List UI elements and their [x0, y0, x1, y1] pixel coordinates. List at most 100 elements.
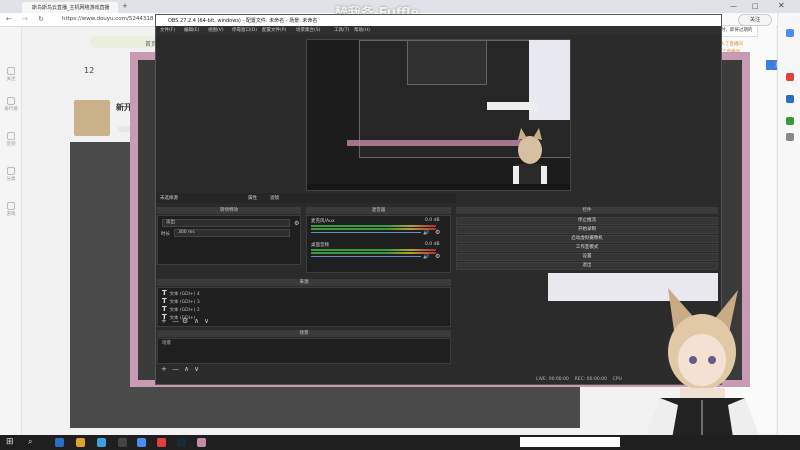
obs-icon[interactable]	[118, 438, 127, 447]
speaker-icon[interactable]: 🔊	[423, 230, 429, 236]
start-recording-button[interactable]: 开始录制	[456, 226, 718, 234]
pink-app-icon[interactable]	[197, 438, 206, 447]
office-icon[interactable]	[786, 73, 794, 81]
properties-button[interactable]: 属性	[248, 195, 257, 201]
scenes-header: 场景	[157, 330, 451, 337]
nav-item-rank[interactable]: 排行榜	[0, 97, 22, 112]
exit-button[interactable]: 退出	[456, 262, 718, 270]
nav-label: 游戏	[6, 212, 16, 217]
close-icon[interactable]: ✕	[778, 1, 785, 10]
edge-icon[interactable]	[55, 438, 64, 447]
duration-input[interactable]: 300 ms	[174, 229, 290, 237]
source-gear-icon[interactable]: ⚙	[182, 317, 188, 325]
grid-icon	[7, 167, 15, 175]
forward-icon[interactable]: →	[22, 15, 28, 23]
nav-item-follow[interactable]: 关注	[0, 67, 22, 82]
stop-streaming-button[interactable]: 停止推流	[456, 217, 718, 225]
record-icon[interactable]	[157, 438, 166, 447]
transitions-panel: 淡出 时长 300 ms ⚙	[157, 215, 301, 265]
nav-item-category[interactable]: 分类	[0, 167, 22, 182]
mixer-track-db: 0.0 dB	[425, 218, 440, 223]
outlook-icon[interactable]	[786, 95, 794, 103]
preview-white-box	[487, 102, 537, 110]
maximize-icon[interactable]: □	[752, 2, 759, 10]
mixer-panel: 麦克风/Aux 0.0 dB 🔊 ⚙ 桌面音频 0.0 dB 🔊 ⚙	[306, 215, 451, 273]
menu-file[interactable]: 文件(F)	[160, 27, 175, 33]
vtuber-avatar	[640, 288, 765, 450]
tray-popup	[520, 437, 620, 447]
source-item[interactable]: T 文本 (GDI+) 2	[162, 305, 200, 313]
mixer-gear-icon[interactable]: ⚙	[435, 229, 440, 236]
add-source-icon[interactable]: +	[161, 317, 167, 325]
move-up-icon[interactable]: ∧	[194, 317, 199, 325]
move-down-icon[interactable]: ∨	[204, 317, 209, 325]
nav-item-signin[interactable]: 签到	[0, 132, 22, 147]
explorer-icon[interactable]	[76, 438, 85, 447]
volume-slider[interactable]	[311, 256, 421, 257]
steam-icon[interactable]	[177, 438, 186, 447]
text-source-icon: T	[162, 289, 167, 297]
speaker-icon[interactable]: 🔊	[423, 254, 429, 260]
menu-view[interactable]: 视图(V)	[208, 27, 224, 33]
sources-header: 来源	[157, 279, 451, 286]
games-icon[interactable]	[786, 117, 794, 125]
nav-label: 排行榜	[4, 107, 18, 112]
obs-preview[interactable]	[306, 39, 571, 191]
studio-mode-button[interactable]: 工作室模式	[456, 244, 718, 252]
follow-button[interactable]: 关注	[738, 14, 772, 26]
mixer-track-name: 麦克风/Aux	[311, 219, 335, 224]
menu-scene-collection[interactable]: 场景集合(S)	[296, 27, 320, 33]
scene-item[interactable]: 场景	[162, 340, 171, 346]
volume-meter	[311, 225, 436, 227]
menu-docks[interactable]: 停靠窗口(D)	[232, 27, 257, 33]
heart-icon	[7, 67, 15, 75]
source-item[interactable]: T 文本 (GDI+) 3	[162, 297, 200, 305]
source-toolbar: 未选择源 属性 滤镜	[156, 193, 456, 203]
obs-statusbar: LIVE: 00:00:00 REC: 00:00:00 CPU	[536, 377, 622, 382]
browser-tab[interactable]: 斯鸟斯鸟云直播_主机网络游戏直播	[22, 2, 118, 13]
follower-count: 12	[84, 66, 95, 75]
taskbar: ⊞ ⌕	[0, 435, 800, 450]
preview-taskbar	[307, 184, 570, 190]
streamer-avatar[interactable]	[74, 100, 110, 136]
filters-button[interactable]: 滤镜	[270, 195, 279, 201]
app-icon[interactable]	[97, 438, 106, 447]
menu-profile[interactable]: 配置文件(P)	[262, 27, 286, 33]
menu-edit[interactable]: 编辑(E)	[184, 27, 199, 33]
side-nav: 关注 排行榜 签到 分类 游戏	[0, 27, 22, 435]
remove-source-icon[interactable]: —	[172, 317, 179, 325]
room-info: 12	[72, 62, 132, 92]
search-icon[interactable]	[786, 29, 794, 37]
virtual-camera-button[interactable]: 启动虚拟摄像机	[456, 235, 718, 243]
duration-label: 时长	[161, 232, 170, 237]
back-icon[interactable]: ←	[6, 15, 12, 23]
settings-button[interactable]: 设置	[456, 253, 718, 261]
url-input[interactable]: https://www.douyu.com/5244318	[62, 16, 153, 22]
rank-icon	[7, 97, 15, 105]
new-tab-icon[interactable]: +	[122, 2, 128, 10]
chrome-icon[interactable]	[137, 438, 146, 447]
menu-tools[interactable]: 工具(T)	[334, 27, 349, 33]
obs-title: OBS 27.2.4 (64-bit, windows) - 配置文件: 未命名…	[168, 18, 318, 24]
remove-scene-icon[interactable]: —	[172, 365, 179, 373]
start-icon[interactable]: ⊞	[6, 437, 14, 447]
nested-preview-2	[407, 40, 487, 85]
add-icon[interactable]	[786, 133, 794, 141]
preview-pink-band	[347, 140, 527, 146]
mixer-gear-icon[interactable]: ⚙	[435, 253, 440, 260]
transition-gear-icon[interactable]: ⚙	[294, 220, 299, 227]
obs-menubar: 文件(F) 编辑(E) 视图(V) 停靠窗口(D) 配置文件(P) 场景集合(S…	[156, 26, 721, 35]
refresh-icon[interactable]: ↻	[38, 15, 44, 23]
minimize-icon[interactable]: —	[730, 2, 737, 10]
transition-select[interactable]: 淡出	[162, 219, 290, 227]
calendar-icon	[7, 132, 15, 140]
scene-down-icon[interactable]: ∨	[194, 365, 199, 373]
volume-slider[interactable]	[311, 232, 421, 233]
add-scene-icon[interactable]: +	[161, 365, 167, 373]
search-icon[interactable]: ⌕	[28, 437, 32, 447]
nav-label: 签到	[6, 142, 16, 147]
scene-up-icon[interactable]: ∧	[184, 365, 189, 373]
source-item[interactable]: T 文本 (GDI+) 4	[162, 289, 200, 297]
nav-item-game[interactable]: 游戏	[0, 202, 22, 217]
menu-help[interactable]: 帮助(H)	[354, 27, 370, 33]
